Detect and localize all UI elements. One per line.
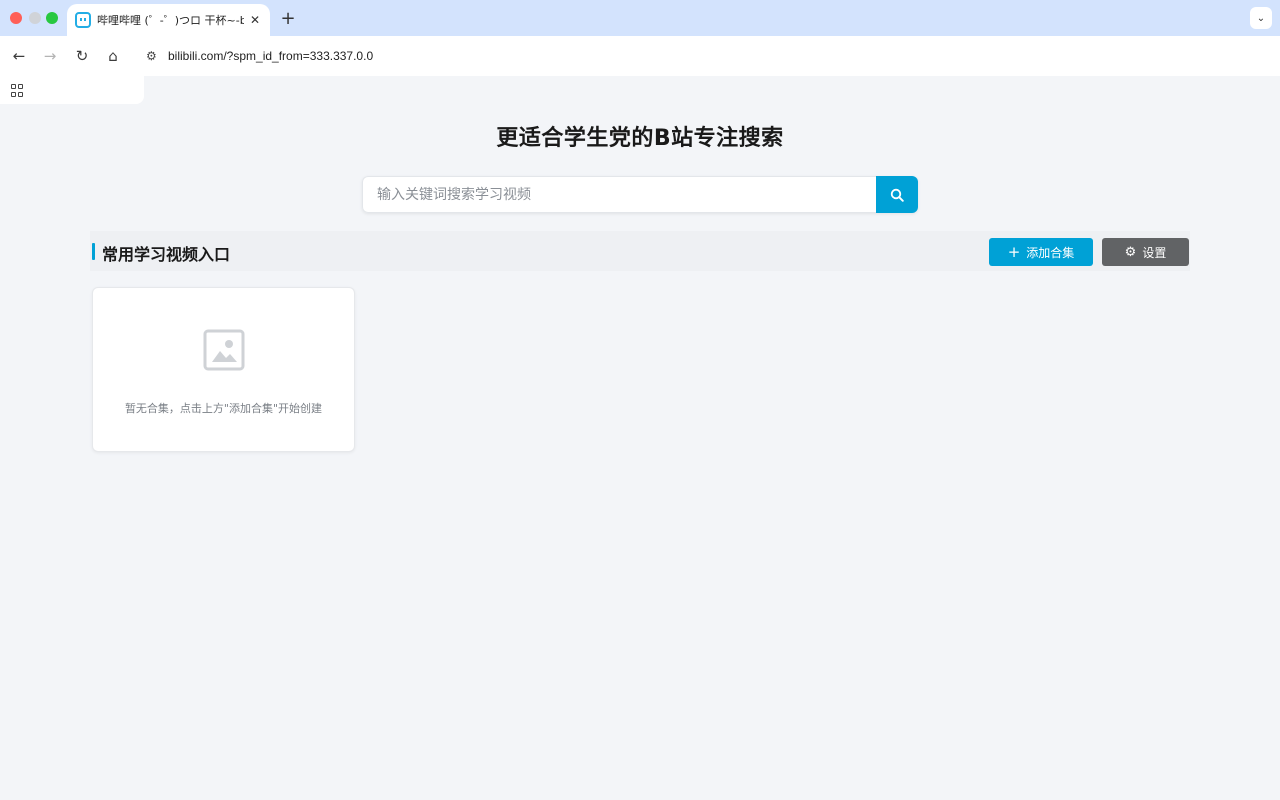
search-bar	[362, 176, 918, 213]
close-window-button[interactable]	[10, 12, 22, 24]
add-collection-label: 添加合集	[1026, 245, 1075, 260]
minimize-window-button[interactable]	[29, 12, 41, 24]
bookmarks-bar	[0, 76, 144, 104]
section-title: 常用学习视频入口	[102, 245, 231, 264]
browser-toolbar: ← → ↻ ⌂ ⚙ bilibili.com/?spm_id_from=333.…	[0, 36, 1280, 76]
site-info-icon[interactable]: ⚙	[146, 49, 164, 63]
tab-title: 哔哩哔哩 (゜-゜)つロ 干杯~-bilibili	[97, 14, 244, 27]
forward-button[interactable]: →	[39, 45, 61, 67]
browser-tab[interactable]: 哔哩哔哩 (゜-゜)つロ 干杯~-bilibili ✕	[67, 4, 270, 36]
add-collection-button[interactable]: + 添加合集	[989, 238, 1093, 266]
plus-icon: +	[1007, 242, 1021, 261]
settings-button[interactable]: ⚙ 设置	[1102, 238, 1189, 266]
url-text[interactable]: bilibili.com/?spm_id_from=333.337.0.0	[168, 49, 373, 63]
image-placeholder-icon	[203, 329, 245, 371]
back-button[interactable]: ←	[8, 45, 30, 67]
apps-grid-icon[interactable]	[11, 84, 24, 97]
reload-button[interactable]: ↻	[71, 45, 93, 67]
empty-collection-card: 暂无合集，点击上方"添加合集"开始创建	[92, 287, 355, 452]
maximize-window-button[interactable]	[46, 12, 58, 24]
search-button[interactable]	[876, 176, 918, 213]
gear-icon: ⚙	[1124, 244, 1137, 260]
tab-search-menu-button[interactable]: ⌄	[1250, 7, 1272, 29]
empty-state-text: 暂无合集，点击上方"添加合集"开始创建	[124, 402, 323, 415]
search-input[interactable]	[362, 176, 876, 213]
tab-close-icon[interactable]: ✕	[248, 13, 262, 27]
section-accent-bar	[92, 243, 95, 260]
new-tab-button[interactable]: +	[280, 8, 296, 29]
address-bar[interactable]: ⚙ bilibili.com/?spm_id_from=333.337.0.0	[136, 41, 836, 71]
settings-label: 设置	[1142, 245, 1167, 260]
home-button[interactable]: ⌂	[102, 45, 124, 67]
page-title: 更适合学生党的B站专注搜索	[496, 126, 784, 151]
search-icon	[890, 188, 904, 202]
browser-tab-bar: 哔哩哔哩 (゜-゜)つロ 干杯~-bilibili ✕ + ⌄	[0, 0, 1280, 36]
bilibili-favicon-icon	[75, 12, 91, 28]
